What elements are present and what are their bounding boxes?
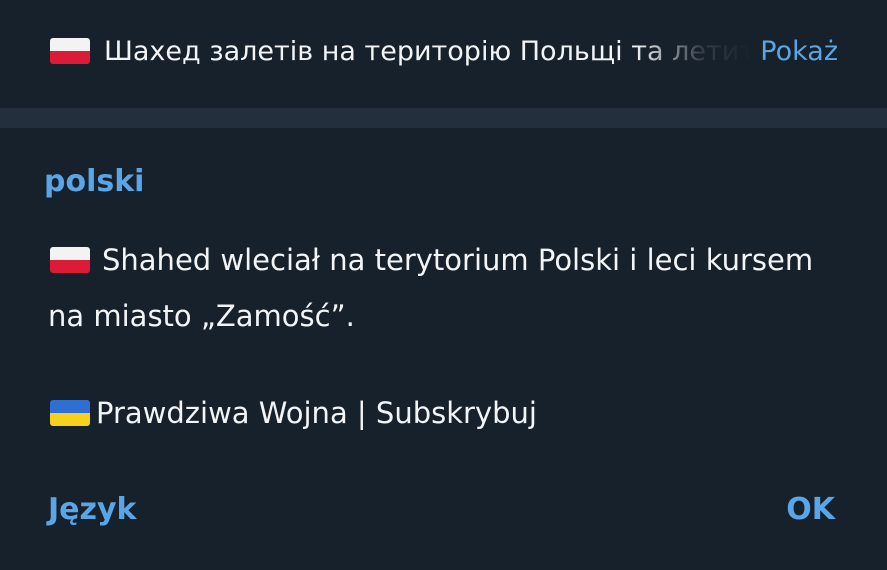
preview-text: Шахед залетів на територію Польщі та лет… [104, 35, 753, 67]
message-text-line-2: na miasto „Zamość”. [48, 299, 355, 333]
language-button[interactable]: Język [48, 492, 136, 527]
poland-flag-icon [50, 247, 90, 273]
translation-panel: polski Shahed wleciał na terytorium Pols… [0, 128, 887, 570]
section-divider [0, 108, 887, 128]
channel-signature-text: Prawdziwa Wojna | Subskrybuj [96, 396, 537, 430]
ok-button[interactable]: OK [786, 492, 835, 527]
original-message-preview[interactable]: Шахед залетів на територію Польщі та лет… [50, 28, 838, 74]
ukraine-flag-icon [50, 400, 90, 426]
translated-message: Shahed wleciał na terytorium Polski i le… [48, 232, 850, 344]
show-original-link[interactable]: Pokaż [760, 36, 838, 67]
message-text-line-1: Shahed wleciał na terytorium Polski i le… [102, 243, 814, 277]
pinned-message-bar[interactable]: Шахед залетів на територію Польщі та лет… [0, 0, 887, 108]
channel-signature: Prawdziwa Wojna | Subskrybuj [50, 396, 537, 430]
message-line-1: Shahed wleciał na terytorium Polski i le… [50, 232, 850, 288]
translation-language-title: polski [44, 164, 145, 199]
poland-flag-icon [50, 38, 90, 64]
translation-dialog: Шахед залетів на територію Польщі та лет… [0, 0, 887, 570]
